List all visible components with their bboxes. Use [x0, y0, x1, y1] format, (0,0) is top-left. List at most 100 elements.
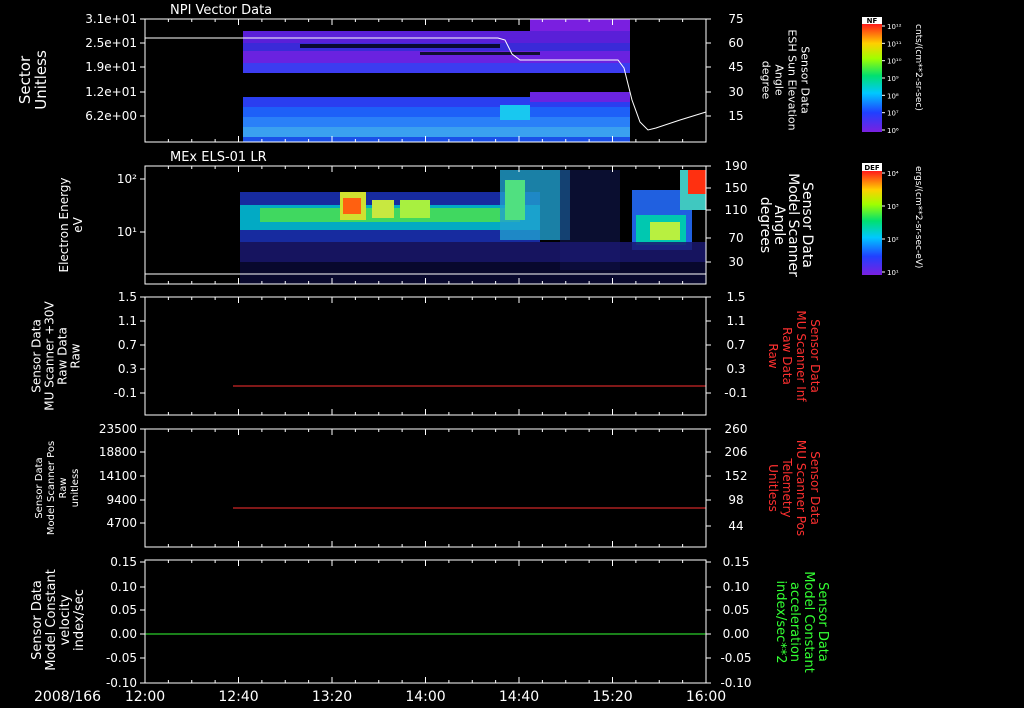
- right-tick-label: 60: [728, 36, 743, 50]
- panel-1-right-axis: 75 60 45 30 15: [706, 12, 744, 123]
- panel-mu-scanner-raw: 1.5 1.1 0.7 0.3 -0.1 1.5 1.1 0.7 0.3 -0.1: [114, 290, 748, 416]
- left-axis-title: Raw Data: [56, 327, 70, 385]
- panel-2-right-axis: 190 150 110 70 30: [706, 159, 747, 269]
- left-tick-label: 0.00: [110, 627, 137, 641]
- left-axis-title: index/sec: [72, 589, 87, 651]
- left-tick-label: 1.9e+01: [85, 60, 137, 74]
- left-tick-label: 10¹: [117, 225, 137, 239]
- time-tick-label: 15:20: [592, 689, 632, 705]
- left-axis-title: MU Scanner +30V: [43, 301, 57, 411]
- right-tick-label: 44: [728, 519, 743, 533]
- left-tick-label: 23500: [99, 422, 137, 436]
- left-tick-label: 18800: [99, 445, 137, 459]
- panel-5-left-axis: 0.15 0.10 0.05 0.00 -0.05 -0.10: [106, 555, 145, 690]
- left-tick-label: 10²: [117, 172, 137, 186]
- panel-1-title: NPI Vector Data: [170, 3, 272, 18]
- left-axis-title: Raw: [58, 477, 69, 498]
- time-axis: 2008/166 12:00 12:40 13:20 14:00 14:40 15:20 1…: [34, 689, 726, 705]
- colorbar-def-bar: [862, 171, 882, 275]
- left-axis-title: velocity: [58, 594, 73, 645]
- panel-2-left-axis: 10² 10¹: [117, 172, 145, 239]
- time-tick-label: 14:00: [405, 689, 445, 705]
- time-tick-label: 12:40: [218, 689, 258, 705]
- left-tick-label: 3.1e+01: [85, 12, 137, 26]
- left-axis-title: Sensor Data: [30, 580, 45, 660]
- right-axis-title: MU Scanner Inf: [794, 310, 808, 402]
- right-tick-label: 150: [725, 181, 748, 195]
- right-tick-label: 30: [728, 85, 743, 99]
- colorbar-tick-label: 10¹²: [887, 23, 902, 31]
- right-axis-title: Sensor Data: [808, 451, 822, 525]
- colorbar-def-ticks: 10⁴ 10³ 10² 10¹: [882, 170, 899, 277]
- panel-npi-vector-data: NPI Vector Data 3.1e+01 2.5e+01 1.9e+01 1.2…: [85, 3, 744, 143]
- colorbar-tick-label: 10²: [887, 236, 899, 244]
- colorbar-def-label: DEF: [864, 164, 880, 172]
- colorbar-nf: NF 10¹² 10¹¹ 10¹⁰ 10⁹ 10⁸ 10⁷ 10⁶ cnts/(cm**2-…: [862, 17, 923, 135]
- colorbar-nf-bar: [862, 24, 882, 132]
- left-axis-title: Electron Energy: [57, 177, 71, 272]
- left-axis-title: Sensor Data: [34, 457, 45, 518]
- date-label: 2008/166: [34, 689, 101, 705]
- colorbar-tick-label: 10¹⁰: [887, 58, 902, 66]
- time-tick-labels: 12:00 12:40 13:20 14:00 14:40 15:20 16:00: [125, 689, 726, 705]
- right-tick-label: 1.5: [726, 290, 745, 304]
- colorbar-tick-label: 10⁷: [887, 110, 899, 118]
- colorbar-tick-label: 10¹: [887, 269, 899, 277]
- left-tick-label: 14100: [99, 469, 137, 483]
- right-axis-title: Telemetry: [780, 457, 794, 517]
- panel-4-left-axis: 23500 18800 14100 9400 4700: [99, 422, 145, 530]
- right-axis-title: Raw: [766, 343, 780, 368]
- plot-canvas: NPI Vector Data 3.1e+01 2.5e+01 1.9e+01 1.2…: [16, 3, 923, 705]
- right-tick-label: 0.05: [723, 603, 750, 617]
- right-tick-label: 45: [728, 60, 743, 74]
- left-tick-label: 2.5e+01: [85, 36, 137, 50]
- colorbar-tick-label: 10³: [887, 203, 899, 211]
- right-tick-label: 0.10: [723, 580, 750, 594]
- panel-model-constant: 0.150.100.050.00-0.05-0.10 0.150.100.050…: [106, 555, 752, 690]
- panel-1-spectrogram: [243, 19, 630, 142]
- right-tick-label: 152: [725, 469, 748, 483]
- panel-mex-els: MEx ELS-01 LR 10² 10¹ 190 150 110 70 30: [117, 150, 747, 285]
- right-axis-title: Angle: [773, 64, 786, 96]
- right-axis-title: index/sec**2: [773, 580, 788, 663]
- right-tick-label: 98: [728, 493, 743, 507]
- right-tick-label: 206: [725, 445, 748, 459]
- right-axis-title: Sensor Data: [815, 582, 830, 662]
- left-axis-title: Model Scanner Pos: [46, 441, 57, 535]
- time-tick-label: 13:20: [312, 689, 352, 705]
- left-tick-label: 0.3: [118, 362, 137, 376]
- colorbar-def: DEF 10⁴ 10³ 10² 10¹ ergs/(cm**2-sr-sec-eV): [862, 163, 923, 277]
- panel-4-bottom-ticks: [144, 429, 707, 547]
- colorbar-tick-label: 10⁴: [887, 170, 899, 178]
- time-tick-label: 12:00: [125, 689, 165, 705]
- left-tick-label: 4700: [106, 516, 137, 530]
- left-tick-label: 0.05: [110, 603, 137, 617]
- right-tick-label: -0.10: [720, 676, 751, 690]
- colorbar-tick-label: 10⁹: [887, 75, 899, 83]
- panel-2-title: MEx ELS-01 LR: [170, 150, 267, 165]
- colorbar-tick-label: 10¹¹: [887, 40, 902, 48]
- right-tick-label: 0.7: [726, 338, 745, 352]
- panel-5-bottom-ticks: [144, 560, 707, 683]
- panel-3-bottom-ticks: [144, 297, 707, 415]
- left-tick-label: 1.5: [118, 290, 137, 304]
- right-axis-title: Sensor Data: [799, 46, 812, 113]
- left-axis-title: Sensor Data: [30, 319, 44, 393]
- panel-3-frame: [144, 296, 707, 416]
- colorbar-tick-label: 10⁸: [887, 92, 899, 100]
- panel-4-frame: [144, 428, 707, 548]
- panel-1-left-axis: 3.1e+01 2.5e+01 1.9e+01 1.2e+01 6.2e+00: [85, 12, 145, 123]
- right-axis-title: Raw Data: [780, 327, 794, 385]
- right-tick-label: -0.1: [724, 386, 747, 400]
- right-axis-title: degree: [760, 61, 773, 100]
- right-tick-label: 1.1: [726, 314, 745, 328]
- right-tick-label: 0.15: [723, 555, 750, 569]
- right-tick-label: 190: [725, 159, 748, 173]
- colorbar-nf-ticks: 10¹² 10¹¹ 10¹⁰ 10⁹ 10⁸ 10⁷ 10⁶: [882, 23, 902, 135]
- panel-5-frame: [144, 559, 707, 684]
- left-axis-title: unitless: [70, 469, 81, 508]
- right-axis-title: Sensor Data: [808, 319, 822, 393]
- time-tick-label: 16:00: [686, 689, 726, 705]
- right-tick-label: -0.05: [720, 651, 751, 665]
- left-axis-title: Model Constant: [44, 569, 59, 671]
